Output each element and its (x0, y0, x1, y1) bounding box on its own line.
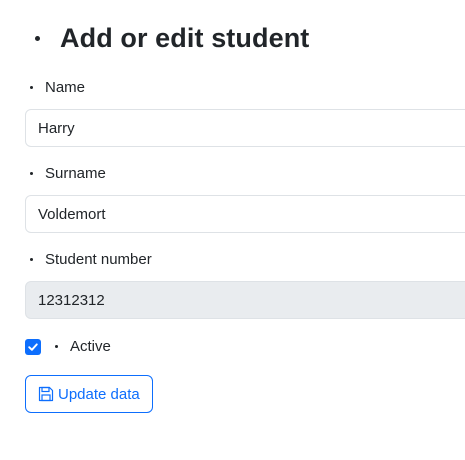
bullet-marker (55, 345, 58, 348)
student-number-label-row: Student number (30, 251, 152, 268)
surname-label: Surname (45, 165, 106, 182)
update-data-button[interactable]: Update data (25, 375, 153, 413)
floppy-disk-icon (38, 386, 54, 402)
surname-input[interactable] (25, 195, 465, 233)
active-checkbox[interactable] (25, 338, 41, 355)
bullet-marker (30, 258, 33, 261)
surname-label-row: Surname (30, 165, 106, 182)
bullet-marker (30, 86, 33, 89)
active-checkbox-row: Active (25, 338, 111, 355)
bullet-marker (30, 172, 33, 175)
page-title: Add or edit student (60, 22, 310, 53)
student-number-input (25, 281, 465, 319)
checkmark-icon (28, 342, 38, 351)
bullet-marker (35, 35, 40, 41)
name-label: Name (45, 79, 86, 96)
active-label: Active (70, 338, 111, 355)
name-input[interactable] (25, 109, 465, 147)
student-number-label: Student number (45, 251, 152, 268)
update-data-label: Update data (58, 385, 140, 403)
page-header: Add or edit student (35, 20, 309, 56)
name-label-row: Name (30, 79, 85, 96)
